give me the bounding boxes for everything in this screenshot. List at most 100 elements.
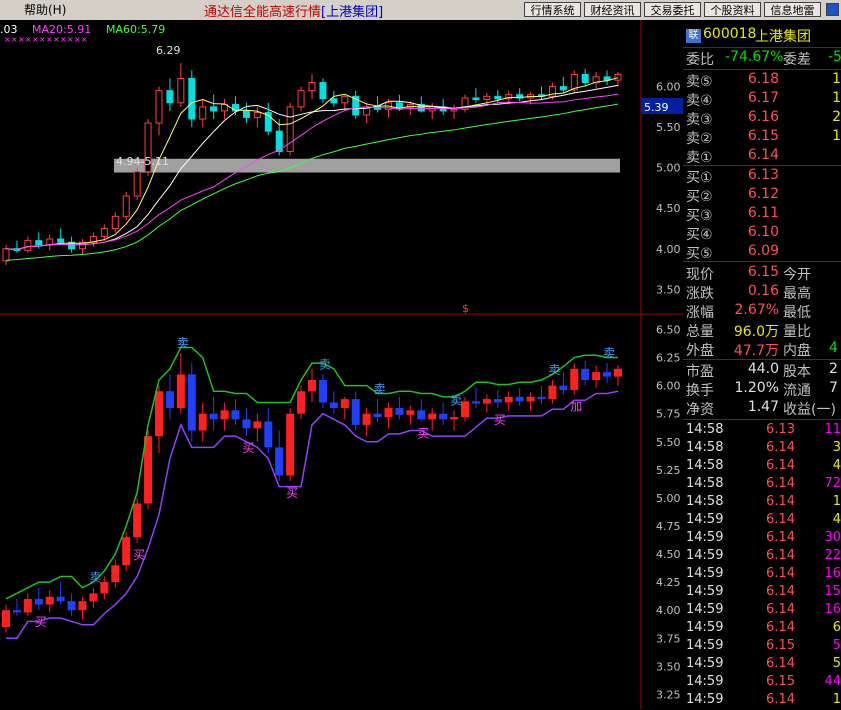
stock-info-button[interactable]: 个股资料 xyxy=(704,2,761,17)
tick-price: 6.14 xyxy=(766,602,795,617)
tick-price: 6.15 xyxy=(766,674,795,689)
charts-area[interactable]: 3.504.004.505.005.506.00× × × × × × × × × × × × 3.2… xyxy=(0,20,683,709)
candle-body xyxy=(450,108,458,112)
weibi-label: 委比 xyxy=(686,52,714,68)
trade-signal-label: 加 xyxy=(570,400,582,414)
tick-row[interactable]: 14:59 6.14 4 xyxy=(683,512,841,530)
quote-label: 外盘 xyxy=(686,343,714,359)
indicator-bar xyxy=(12,610,21,613)
info-mine-button[interactable]: 信息地雷 xyxy=(764,2,821,17)
bid-price: 6.09 xyxy=(747,243,779,259)
stock-code: 600018 xyxy=(703,26,757,42)
candle-body xyxy=(395,102,403,109)
quote-row: 现价 6.15 今开 xyxy=(683,264,841,283)
ask-row: 卖③ 6.16 2 xyxy=(683,109,841,128)
candle-body xyxy=(330,98,338,104)
ask-label: 卖① xyxy=(686,150,713,166)
candle-body xyxy=(581,73,589,84)
indicator-bar xyxy=(581,368,590,381)
weibi-row: 委比 -74.67% 委差 -5 xyxy=(683,49,841,68)
signal-marker: × xyxy=(4,35,11,44)
price-tick-label: 5.50 xyxy=(656,121,681,134)
trade-signal-label: 卖 xyxy=(319,357,331,371)
link-badge-icon[interactable]: 联 xyxy=(686,29,701,43)
finance-news-button[interactable]: 财经资讯 xyxy=(584,2,641,17)
window-minimize-icon[interactable] xyxy=(826,3,839,16)
fund-row: 市盈 44.0 股本 2 xyxy=(683,361,841,380)
quote-system-button[interactable]: 行情系统 xyxy=(524,2,581,17)
indicator-bar xyxy=(329,402,338,409)
tick-row[interactable]: 14:59 6.15 5 xyxy=(683,638,841,656)
quote-sidebar: 联 600018 上港集团 委比 -74.67% 委差 -5 卖⑤ 6.18 1 卖④… xyxy=(683,20,841,709)
bid-row: 买② 6.12 xyxy=(683,186,841,205)
ask-volume: 1 xyxy=(832,71,841,87)
tick-volume: 72 xyxy=(824,476,841,491)
indicator-bar xyxy=(34,598,43,605)
indicator-bar xyxy=(592,372,601,381)
candle-body xyxy=(297,90,305,108)
indicator-bar xyxy=(406,410,415,415)
tick-volume: 3 xyxy=(832,440,841,455)
candle-body xyxy=(155,90,163,124)
tick-row[interactable]: 14:59 6.14 5 xyxy=(683,656,841,674)
tick-row[interactable]: 14:59 6.14 1 xyxy=(683,692,841,710)
indicator-tick-label: 6.00 xyxy=(656,380,681,393)
current-price-marker-text: 5.39 xyxy=(644,101,669,114)
indicator-bar xyxy=(450,417,459,420)
tick-row[interactable]: 14:58 6.14 4 xyxy=(683,458,841,476)
ask-volume: 2 xyxy=(832,109,841,125)
signal-marker: × xyxy=(60,35,67,44)
candle-body xyxy=(472,97,480,101)
app-title-text: 通达信全能高速行情 xyxy=(204,5,322,20)
help-menu[interactable]: 帮助(H) xyxy=(24,1,66,18)
candle-body xyxy=(111,215,119,229)
tick-row[interactable]: 14:58 6.14 3 xyxy=(683,440,841,458)
bid-row: 买① 6.13 xyxy=(683,167,841,186)
tick-volume: 15 xyxy=(824,584,841,599)
quote-label-2: 最高 xyxy=(783,286,811,302)
indicator-bar xyxy=(559,385,568,391)
indicator-bar xyxy=(384,408,393,418)
ma20-legend: MA20:5.91 xyxy=(32,23,91,36)
price-tick-label: 4.00 xyxy=(656,243,681,256)
tick-row[interactable]: 14:59 6.14 16 xyxy=(683,566,841,584)
quote-value: 0.16 xyxy=(747,283,779,299)
indicator-tick-label: 6.25 xyxy=(656,352,681,365)
tick-row[interactable]: 14:59 6.14 6 xyxy=(683,620,841,638)
weibi-value: -74.67% xyxy=(725,49,784,65)
tick-row[interactable]: 14:58 6.14 1 xyxy=(683,494,841,512)
tick-row[interactable]: 14:58 6.14 72 xyxy=(683,476,841,494)
trade-order-button[interactable]: 交易委托 xyxy=(644,2,701,17)
tick-row[interactable]: 14:58 6.13 11 xyxy=(683,422,841,440)
tick-volume: 4 xyxy=(832,512,841,527)
high-price-label: 6.29 xyxy=(156,44,181,57)
candle-body xyxy=(57,238,65,243)
divider xyxy=(683,359,841,360)
tick-row[interactable]: 14:59 6.14 15 xyxy=(683,584,841,602)
fund-value: 44.0 xyxy=(747,361,779,377)
bid-price: 6.12 xyxy=(747,186,779,202)
signal-marker: × xyxy=(67,35,74,44)
indicator-bar xyxy=(89,593,98,602)
ask-price: 6.15 xyxy=(747,128,779,144)
indicator-bar xyxy=(340,399,349,409)
tick-row[interactable]: 14:59 6.15 44 xyxy=(683,674,841,692)
trade-signal-label: 买 xyxy=(417,427,429,441)
trade-signal-label: 卖 xyxy=(450,393,462,407)
quote-label-2: 最低 xyxy=(783,305,811,321)
tick-row[interactable]: 14:59 6.14 22 xyxy=(683,548,841,566)
tick-row[interactable]: 14:59 6.14 16 xyxy=(683,602,841,620)
trade-signal-label: 卖 xyxy=(374,382,386,396)
indicator-bar xyxy=(23,598,32,613)
tick-volume: 16 xyxy=(824,566,841,581)
tick-row[interactable]: 14:59 6.14 30 xyxy=(683,530,841,548)
candle-body xyxy=(46,238,54,246)
indicator-bar xyxy=(493,399,502,403)
tick-price: 6.14 xyxy=(766,620,795,635)
bid-row: 买③ 6.11 xyxy=(683,205,841,224)
weicha-value: -5 xyxy=(828,49,841,65)
signal-marker: × xyxy=(39,35,46,44)
indicator-bar xyxy=(439,413,448,420)
divider xyxy=(683,69,841,70)
indicator-tick-label: 5.00 xyxy=(656,492,681,505)
